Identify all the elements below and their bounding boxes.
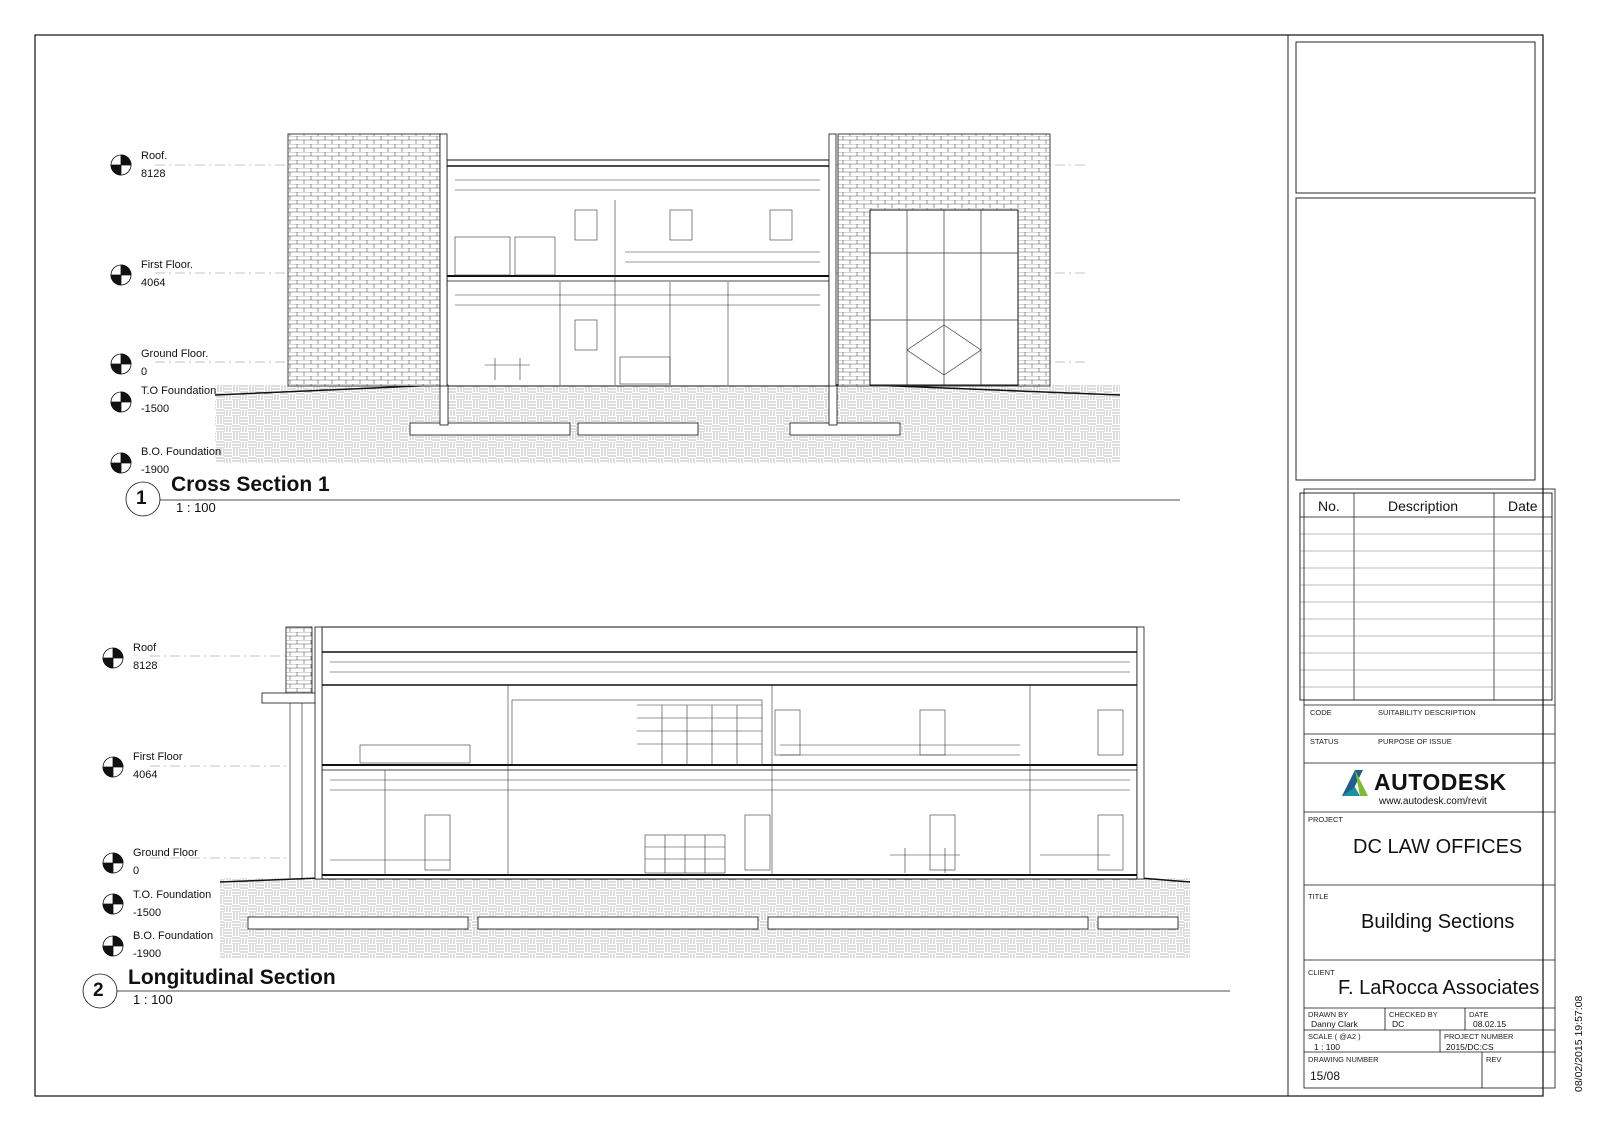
drawing-sheet [34, 34, 1556, 1097]
drawing-title: Building Sections [1361, 911, 1515, 933]
scale-value: 1 : 100 [1314, 1042, 1340, 1052]
project-number-value: 2015/DC:CS [1446, 1042, 1494, 1052]
view-title: Cross Section 1 [171, 473, 330, 496]
level-elevation: 0 [133, 865, 140, 877]
checked-by-label: CHECKED BY [1389, 1010, 1438, 1019]
level-markers-cross [110, 154, 132, 474]
level-name: Ground Floor. [141, 348, 209, 360]
view-title: Longitudinal Section [128, 966, 336, 989]
revision-header-no: No. [1318, 498, 1340, 514]
autodesk-logo-text: AUTODESK [1374, 769, 1507, 795]
status-label: STATUS [1310, 737, 1339, 746]
title-label: TITLE [1308, 892, 1329, 901]
level-elevation: 0 [141, 366, 148, 378]
suitability-label: SUITABILITY DESCRIPTION [1378, 708, 1476, 717]
client-name: F. LaRocca Associates [1338, 977, 1540, 999]
client-label: CLIENT [1308, 968, 1335, 977]
checked-by-value: DC [1392, 1019, 1405, 1029]
cross-section-drawing [155, 133, 1121, 463]
code-label: CODE [1310, 708, 1332, 717]
view-number: 2 [93, 980, 104, 1001]
revision-table-grid [1299, 492, 1553, 701]
level-name: B.O. Foundation [133, 930, 214, 942]
print-timestamp: 08/02/2015 19:57:08 [1573, 995, 1585, 1092]
level-elevation: 8128 [141, 168, 166, 180]
autodesk-url: www.autodesk.com/revit [1379, 796, 1487, 807]
view-number: 1 [136, 488, 147, 509]
project-name: DC LAW OFFICES [1353, 836, 1523, 858]
autodesk-logo-mark [1342, 770, 1368, 796]
purpose-label: PURPOSE OF ISSUE [1378, 737, 1452, 746]
revision-header-date: Date [1508, 498, 1538, 514]
drawn-by-label: DRAWN BY [1308, 1010, 1349, 1019]
level-elevation: 8128 [133, 660, 158, 672]
level-name: Roof [133, 642, 157, 654]
revision-header-description: Description [1388, 498, 1459, 514]
level-markers-longitudinal [102, 647, 124, 957]
level-name: Roof. [141, 150, 168, 162]
level-elevation: 4064 [141, 277, 166, 289]
longitudinal-section-drawing [150, 626, 1191, 958]
level-name: B.O. Foundation [141, 446, 222, 458]
scale-label: SCALE ( @A2 ) [1308, 1032, 1361, 1041]
level-elevation: -1900 [133, 948, 162, 960]
level-elevation: -1900 [141, 464, 170, 476]
level-name: First Floor [133, 751, 183, 763]
view-scale: 1 : 100 [176, 500, 216, 515]
level-name: T.O. Foundation [133, 889, 212, 901]
level-name: T.O Foundation [141, 385, 217, 397]
date-value: 08.02.15 [1473, 1019, 1507, 1029]
level-elevation: -1500 [133, 907, 162, 919]
drawing-number-value: 15/08 [1310, 1069, 1341, 1083]
drawn-by-value: Danny Clark [1311, 1019, 1358, 1029]
level-name: Ground Floor [133, 847, 198, 859]
project-number-label: PROJECT NUMBER [1444, 1032, 1514, 1041]
drawing-number-label: DRAWING NUMBER [1308, 1055, 1379, 1064]
level-elevation: -1500 [141, 403, 170, 415]
rev-label: REV [1486, 1055, 1502, 1064]
level-name: First Floor. [141, 259, 193, 271]
level-elevation: 4064 [133, 769, 158, 781]
project-label: PROJECT [1308, 815, 1344, 824]
date-label: DATE [1469, 1010, 1489, 1019]
view-scale: 1 : 100 [133, 992, 173, 1007]
